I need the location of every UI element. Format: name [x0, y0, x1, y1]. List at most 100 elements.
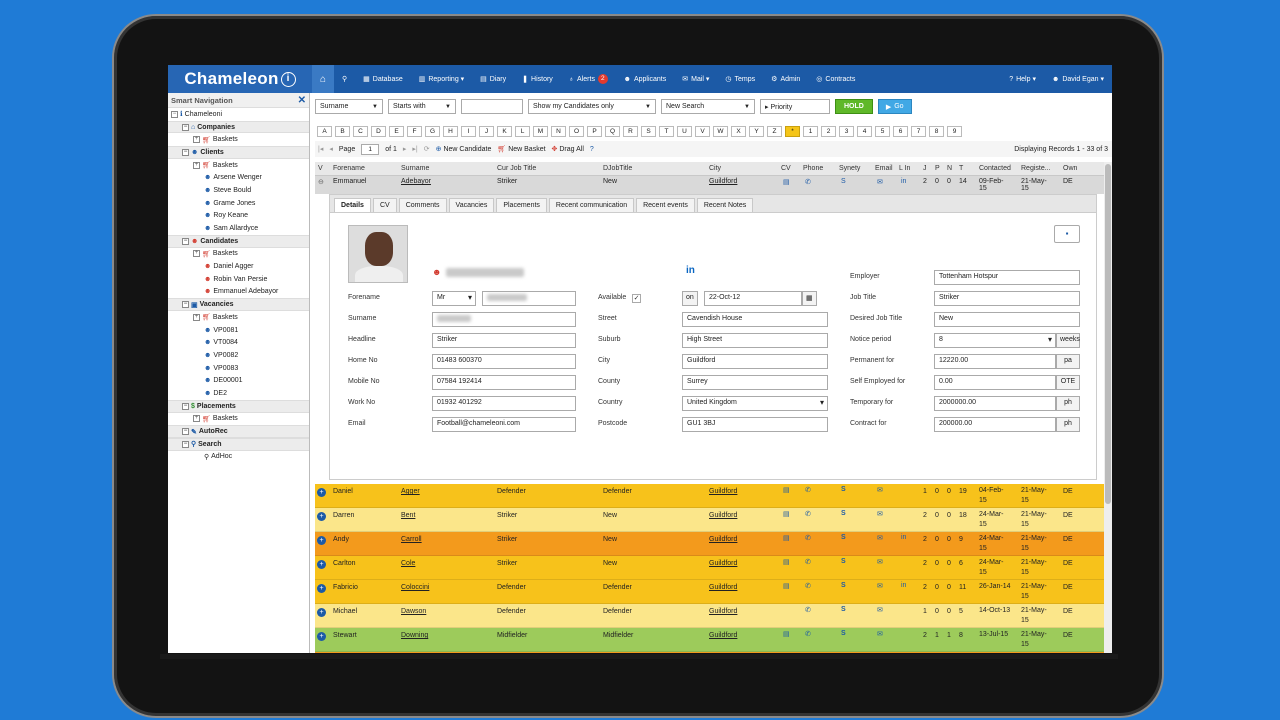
field-input-mobile-no[interactable]: 07584 192414: [432, 375, 576, 390]
alpha-letter-r[interactable]: R: [623, 126, 638, 137]
tree-node-search[interactable]: − ⚲ Search: [168, 437, 309, 451]
email-icon[interactable]: ✉: [877, 534, 883, 542]
expand-row-icon[interactable]: +: [317, 560, 326, 569]
alpha-letter-j[interactable]: J: [479, 126, 494, 137]
expand-row-icon[interactable]: +: [317, 584, 326, 593]
tab-comments[interactable]: Comments: [398, 198, 447, 212]
cell-city[interactable]: Guildford: [709, 584, 737, 591]
synety-icon[interactable]: S: [841, 582, 846, 589]
tab-recent-notes[interactable]: Recent Notes: [696, 198, 754, 212]
calendar-icon[interactable]: ▦: [802, 291, 817, 306]
column-header-p[interactable]: P: [935, 165, 940, 172]
cv-icon[interactable]: ▤: [783, 558, 790, 566]
tree-node-daniel-agger[interactable]: ☻ Daniel Agger: [168, 260, 309, 273]
alpha-letter-6[interactable]: 6: [893, 126, 908, 137]
go-button[interactable]: ▶ Go: [877, 99, 912, 114]
column-header-j[interactable]: J: [923, 165, 927, 172]
phone-icon[interactable]: ✆: [805, 630, 811, 638]
tab-vacancies[interactable]: Vacancies: [448, 198, 495, 212]
field-input-permanent-for[interactable]: 12220.00: [934, 354, 1056, 369]
priority-select[interactable]: ▸ Priority: [760, 99, 830, 114]
field-input-email[interactable]: Football@chameleoni.com: [432, 417, 576, 432]
tree-node-vp0081[interactable]: ☻ VP0081: [168, 324, 309, 337]
cell-city[interactable]: Guildford: [709, 512, 737, 519]
collapse-icon[interactable]: −: [182, 402, 189, 410]
cell-city[interactable]: Guildford: [709, 632, 737, 639]
expand-icon[interactable]: +: [193, 161, 200, 169]
title-select[interactable]: Mr: [432, 291, 476, 306]
table-row[interactable]: +MarouaneFellainiMidfielderMidfielderGui…: [315, 652, 1112, 653]
nav-item-reporting[interactable]: ▥ Reporting ▾: [411, 65, 472, 93]
field-input-postcode[interactable]: GU1 3BJ: [682, 417, 828, 432]
tree-node-vt0084[interactable]: ☻ VT0084: [168, 336, 309, 349]
alpha-letter-c[interactable]: C: [353, 126, 368, 137]
alpha-letter-3[interactable]: 3: [839, 126, 854, 137]
alpha-letter-l[interactable]: L: [515, 126, 530, 137]
column-header-t[interactable]: T: [959, 165, 963, 172]
table-row[interactable]: + Michael Dawson Defender Defender Guildford ✆…: [315, 604, 1112, 628]
cell-surname[interactable]: Carroll: [401, 536, 422, 543]
tree-node-placements[interactable]: − $ Placements: [168, 399, 309, 413]
field-input-suburb[interactable]: High Street: [682, 333, 828, 348]
alpha-letter-a[interactable]: A: [317, 126, 332, 137]
alpha-letter-u[interactable]: U: [677, 126, 692, 137]
close-icon[interactable]: ✕: [298, 95, 306, 106]
phone-icon[interactable]: ✆: [805, 606, 811, 614]
nav-item-history[interactable]: ❚ History: [514, 65, 561, 93]
cell-surname[interactable]: Downing: [401, 632, 428, 639]
tab-placements[interactable]: Placements: [496, 198, 547, 212]
alpha-letter-w[interactable]: W: [713, 126, 728, 137]
email-icon[interactable]: ✉: [877, 630, 883, 638]
tab-details[interactable]: Details: [334, 198, 371, 212]
phone-icon[interactable]: ✆: [805, 178, 811, 186]
alpha-letter-p[interactable]: P: [587, 126, 602, 137]
drag-all-button[interactable]: ✥ Drag All: [552, 145, 584, 153]
expand-row-icon[interactable]: +: [317, 512, 326, 521]
alpha-letter-2[interactable]: 2: [821, 126, 836, 137]
cv-icon[interactable]: ▤: [783, 630, 790, 638]
hold-button[interactable]: HOLD: [835, 99, 873, 114]
alpha-letter-b[interactable]: B: [335, 126, 350, 137]
grid-scrollbar[interactable]: [1104, 162, 1112, 653]
table-row[interactable]: + Darren Bent Striker New Guildford ▤ ✆ S ✉ 2 0 0 18 2…: [315, 508, 1112, 532]
expanded-row[interactable]: ⊖ Emmanuel Adebayor Striker New Guildford ▤ ✆ S ✉…: [315, 176, 1112, 194]
cv-icon[interactable]: ▤: [783, 510, 790, 518]
email-icon[interactable]: ✉: [877, 606, 883, 614]
home-button[interactable]: ⌂: [312, 65, 334, 93]
expand-icon[interactable]: +: [193, 313, 200, 321]
alpha-letter-s[interactable]: S: [641, 126, 656, 137]
table-row[interactable]: + Daniel Agger Defender Defender Guildford ▤ ✆ S…: [315, 484, 1112, 508]
alpha-letter-k[interactable]: K: [497, 126, 512, 137]
alpha-letter-m[interactable]: M: [533, 126, 548, 137]
column-header-djobtitle[interactable]: DJobTitle: [603, 165, 632, 172]
cell-city[interactable]: Guildford: [709, 560, 737, 567]
field-input-city[interactable]: Guildford: [682, 354, 828, 369]
nav-item-database[interactable]: ▦ Database: [355, 65, 411, 93]
field-input-job-title[interactable]: Striker: [934, 291, 1080, 306]
cv-icon[interactable]: ▤: [783, 534, 790, 542]
brand-logo[interactable]: Chameleon i: [168, 65, 312, 93]
synety-icon[interactable]: S: [841, 606, 846, 613]
cv-icon[interactable]: ▤: [783, 582, 790, 590]
expand-row-icon[interactable]: +: [317, 488, 326, 497]
nav-item-temps[interactable]: ◷ Temps: [717, 65, 763, 93]
alpha-letter-y[interactable]: Y: [749, 126, 764, 137]
column-header-registe[interactable]: Registe...: [1021, 165, 1051, 172]
column-header-n[interactable]: N: [947, 165, 952, 172]
alpha-letter-x[interactable]: X: [731, 126, 746, 137]
alpha-letter-e[interactable]: E: [389, 126, 404, 137]
tree-node-emmanuel-adebayor[interactable]: ☻ Emmanuel Adebayor: [168, 286, 309, 299]
nav-item-mail[interactable]: ✉ Mail ▾: [674, 65, 717, 93]
column-header-city[interactable]: City: [709, 165, 721, 172]
help-icon[interactable]: ?: [590, 146, 594, 153]
alpha-letter-7[interactable]: 7: [911, 126, 926, 137]
tree-node-arsene-wenger[interactable]: ☻ Arsene Wenger: [168, 171, 309, 184]
nav-item-diary[interactable]: ▤ Diary: [472, 65, 514, 93]
expand-row-icon[interactable]: +: [317, 632, 326, 641]
tree-node-de2[interactable]: ☻ DE2: [168, 387, 309, 400]
phone-icon[interactable]: ✆: [805, 582, 811, 590]
tree-node-baskets[interactable]: + 🛒︎ Baskets: [168, 133, 309, 146]
alpha-letter-h[interactable]: H: [443, 126, 458, 137]
alpha-letter-8[interactable]: 8: [929, 126, 944, 137]
search-value-input[interactable]: [461, 99, 523, 114]
